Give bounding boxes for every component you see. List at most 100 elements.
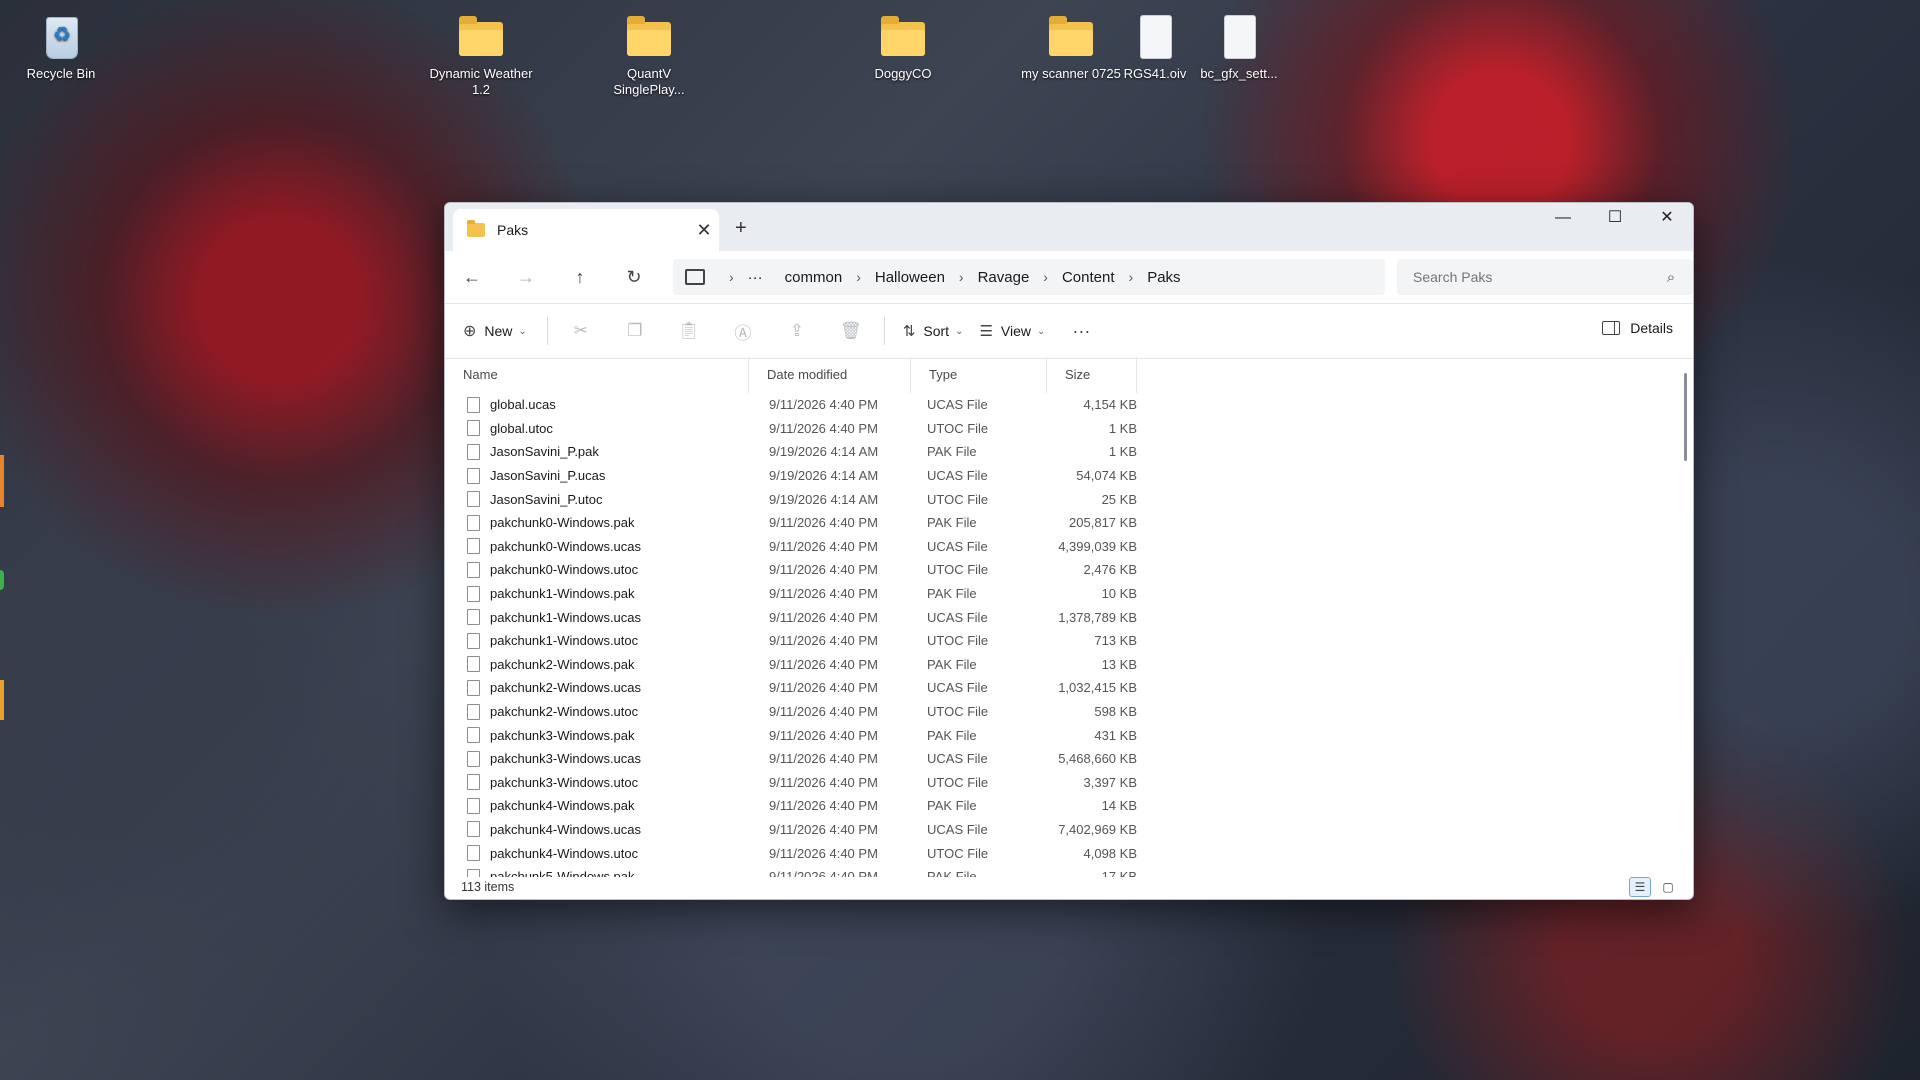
title-bar: Paks ✕ + — ☐ ✕ bbox=[445, 203, 1693, 251]
file-size: 431 KB bbox=[1094, 727, 1137, 743]
file-date: 9/19/2026 4:14 AM bbox=[769, 444, 879, 460]
sort-button[interactable]: ⇅ Sort ⌄ bbox=[903, 322, 964, 340]
file-type: UTOC File bbox=[927, 704, 989, 720]
desktop-icon[interactable]: Recycle Bin bbox=[6, 14, 116, 82]
breadcrumb-item[interactable]: Paks bbox=[1147, 269, 1180, 286]
column-name[interactable]: Name bbox=[445, 357, 749, 393]
file-row[interactable]: pakchunk4-Windows.pak 9/11/2026 4:40 PM PA… bbox=[445, 794, 1693, 818]
file-row[interactable]: JasonSavini_P.pak 9/19/2026 4:14 AM PAK Fi… bbox=[445, 440, 1693, 464]
file-size: 7,402,969 KB bbox=[1058, 821, 1137, 837]
command-bar: ⊕ New ⌄ ✂ ❐ 📋︎ Ⓐ ⇪ 🗑︎ ⇅ Sort ⌄ ☰ View ⌄ … bbox=[445, 304, 1693, 359]
file-row[interactable]: pakchunk2-Windows.pak 9/11/2026 4:40 PM PA… bbox=[445, 653, 1693, 677]
file-date: 9/11/2026 4:40 PM bbox=[769, 845, 878, 861]
file-icon bbox=[467, 420, 480, 437]
file-size: 14 KB bbox=[1101, 798, 1137, 814]
sort-icon: ⇅ bbox=[902, 323, 916, 340]
desktop-icon[interactable]: Dynamic Weather 1.2 bbox=[426, 14, 536, 98]
column-size[interactable]: Size bbox=[1047, 357, 1137, 393]
file-name-cell: pakchunk4-Windows.pak bbox=[445, 797, 749, 814]
file-row[interactable]: pakchunk1-Windows.ucas 9/11/2026 4:40 PM U… bbox=[445, 605, 1693, 629]
file-type: UCAS File bbox=[927, 397, 988, 413]
file-row[interactable]: global.ucas 9/11/2026 4:40 PM UCAS File 4,1… bbox=[445, 393, 1693, 417]
tab-paks[interactable]: Paks ✕ bbox=[453, 209, 719, 251]
file-row[interactable]: pakchunk1-Windows.pak 9/11/2026 4:40 PM PA… bbox=[445, 582, 1693, 606]
file-name-cell: JasonSavini_P.utoc bbox=[445, 491, 749, 508]
new-button[interactable]: ⊕ New ⌄ bbox=[463, 321, 527, 341]
file-row[interactable]: pakchunk4-Windows.ucas 9/11/2026 4:40 PM U… bbox=[445, 818, 1693, 842]
copy-icon[interactable]: ❐ bbox=[608, 321, 662, 341]
computer-icon[interactable] bbox=[685, 269, 705, 285]
desktop-icon[interactable]: QuantV SinglePlay... bbox=[594, 14, 704, 98]
chevron-right-icon[interactable]: › bbox=[1043, 269, 1048, 285]
status-bar: 113 items ☰ ▢ bbox=[445, 875, 1693, 899]
file-name: pakchunk2-Windows.pak bbox=[490, 656, 635, 672]
file-row[interactable]: JasonSavini_P.ucas 9/19/2026 4:14 AM UCAS … bbox=[445, 464, 1693, 488]
desktop-icon[interactable]: DoggyCO bbox=[848, 14, 958, 82]
file-type: UTOC File bbox=[927, 774, 989, 790]
breadcrumb-item[interactable]: common bbox=[785, 269, 843, 286]
vertical-scrollbar[interactable] bbox=[1684, 373, 1687, 461]
file-icon bbox=[467, 443, 480, 460]
share-icon[interactable]: ⇪ bbox=[770, 321, 824, 341]
file-row[interactable]: pakchunk3-Windows.pak 9/11/2026 4:40 PM PA… bbox=[445, 723, 1693, 747]
file-name-cell: pakchunk2-Windows.utoc bbox=[445, 703, 749, 720]
maximize-button[interactable]: ☐ bbox=[1589, 203, 1641, 233]
chevron-right-icon[interactable]: › bbox=[856, 269, 861, 285]
chevron-right-icon[interactable]: › bbox=[959, 269, 964, 285]
file-row[interactable]: pakchunk0-Windows.utoc 9/11/2026 4:40 PM U… bbox=[445, 558, 1693, 582]
up-arrow-icon[interactable]: ↑ bbox=[553, 267, 607, 288]
file-icon bbox=[467, 774, 480, 791]
file-row[interactable]: pakchunk3-Windows.ucas 9/11/2026 4:40 PM U… bbox=[445, 747, 1693, 771]
chevron-right-icon[interactable]: › bbox=[1129, 269, 1134, 285]
close-button[interactable]: ✕ bbox=[1641, 203, 1693, 233]
chevron-right-icon[interactable]: › bbox=[729, 269, 734, 285]
breadcrumb-item[interactable]: Content bbox=[1062, 269, 1115, 286]
file-row[interactable]: JasonSavini_P.utoc 9/19/2026 4:14 AM UTOC … bbox=[445, 487, 1693, 511]
new-label: New bbox=[484, 323, 513, 339]
file-name-cell: JasonSavini_P.ucas bbox=[445, 467, 749, 484]
forward-arrow-icon[interactable]: → bbox=[499, 267, 553, 288]
delete-icon[interactable]: 🗑︎ bbox=[824, 321, 878, 341]
file-icon bbox=[467, 467, 480, 484]
separator bbox=[883, 317, 885, 345]
file-row[interactable]: pakchunk2-Windows.utoc 9/11/2026 4:40 PM U… bbox=[445, 700, 1693, 724]
tiles-view-icon[interactable]: ▢ bbox=[1657, 877, 1679, 897]
minimize-button[interactable]: — bbox=[1537, 203, 1589, 233]
search-input[interactable] bbox=[1397, 268, 1659, 286]
file-row[interactable]: pakchunk4-Windows.utoc 9/11/2026 4:40 PM U… bbox=[445, 841, 1693, 865]
file-rows: global.ucas 9/11/2026 4:40 PM UCAS File 4,1… bbox=[445, 393, 1693, 877]
address-bar[interactable]: › ··· common › Halloween › Ravage › Content › Pa… bbox=[673, 259, 1385, 295]
column-type[interactable]: Type bbox=[911, 357, 1047, 393]
tab-close-icon[interactable]: ✕ bbox=[689, 220, 719, 241]
cut-icon[interactable]: ✂ bbox=[554, 321, 608, 341]
file-row[interactable]: pakchunk3-Windows.utoc 9/11/2026 4:40 PM U… bbox=[445, 771, 1693, 795]
file-row[interactable]: pakchunk2-Windows.ucas 9/11/2026 4:40 PM U… bbox=[445, 676, 1693, 700]
refresh-icon[interactable]: ↻ bbox=[607, 267, 661, 288]
file-type: PAK File bbox=[927, 798, 977, 814]
view-button[interactable]: ☰ View ⌄ bbox=[979, 322, 1045, 340]
paste-icon[interactable]: 📋︎ bbox=[662, 321, 716, 341]
desktop-icon[interactable]: bc_gfx_sett... bbox=[1184, 14, 1294, 82]
column-date-modified[interactable]: Date modified bbox=[749, 357, 911, 393]
file-icon bbox=[467, 491, 480, 508]
search-icon[interactable]: ⌕ bbox=[1659, 269, 1683, 286]
file-name-cell: pakchunk4-Windows.utoc bbox=[445, 845, 749, 862]
file-size: 1 KB bbox=[1108, 420, 1137, 436]
breadcrumb-item[interactable]: Halloween bbox=[875, 269, 945, 286]
file-type: UTOC File bbox=[927, 420, 989, 436]
breadcrumb-overflow[interactable]: ··· bbox=[748, 269, 763, 286]
details-button[interactable]: Details bbox=[1602, 320, 1673, 336]
file-date: 9/11/2026 4:40 PM bbox=[769, 515, 878, 531]
file-name-cell: global.utoc bbox=[445, 420, 749, 437]
breadcrumb-item[interactable]: Ravage bbox=[978, 269, 1030, 286]
file-row[interactable]: pakchunk0-Windows.pak 9/11/2026 4:40 PM PA… bbox=[445, 511, 1693, 535]
more-options-icon[interactable]: ··· bbox=[1063, 321, 1099, 342]
file-row[interactable]: pakchunk1-Windows.utoc 9/11/2026 4:40 PM U… bbox=[445, 629, 1693, 653]
rename-icon[interactable]: Ⓐ bbox=[716, 319, 770, 344]
file-date: 9/11/2026 4:40 PM bbox=[769, 656, 878, 672]
details-view-icon[interactable]: ☰ bbox=[1629, 877, 1651, 897]
back-arrow-icon[interactable]: ← bbox=[445, 267, 499, 288]
file-row[interactable]: global.utoc 9/11/2026 4:40 PM UTOC File 1 K… bbox=[445, 417, 1693, 441]
new-tab-button[interactable]: + bbox=[735, 217, 747, 240]
file-row[interactable]: pakchunk0-Windows.ucas 9/11/2026 4:40 PM U… bbox=[445, 535, 1693, 559]
